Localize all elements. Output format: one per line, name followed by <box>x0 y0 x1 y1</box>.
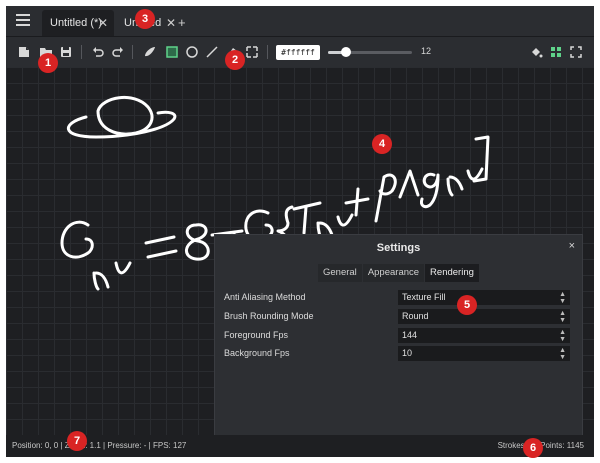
setting-label: Foreground Fps <box>224 330 289 340</box>
select-value: Texture Fill <box>402 292 446 302</box>
status-position: Position: 0, 0 <box>12 441 59 450</box>
new-file-icon[interactable] <box>16 44 32 60</box>
annotation-badge: 1 <box>38 53 58 73</box>
spinner-value: 144 <box>402 330 418 340</box>
spinner-arrows-icon[interactable]: ▲ ▼ <box>559 329 566 343</box>
toolbar-separator <box>132 45 133 59</box>
select-value: Round <box>402 311 429 321</box>
redo-icon[interactable] <box>110 44 126 60</box>
stroke-T <box>292 201 322 235</box>
status-fps: FPS: 127 <box>152 441 187 450</box>
fullscreen-icon[interactable] <box>568 44 584 60</box>
annotation-badge: 7 <box>67 431 87 451</box>
foreground-fps-spinner[interactable]: 144 ▲ ▼ <box>398 328 570 343</box>
close-icon[interactable]: ✕ <box>166 10 176 36</box>
stroke-nu2 <box>336 213 354 227</box>
stroke-nu <box>114 261 132 275</box>
setting-label: Brush Rounding Mode <box>224 311 314 321</box>
annotation-badge: 5 <box>457 295 477 315</box>
toolbar-separator <box>81 45 82 59</box>
setting-label: Background Fps <box>224 348 290 358</box>
brush-rounding-select[interactable]: Round ▲ ▼ <box>398 309 570 324</box>
close-icon[interactable]: ✕ <box>98 10 108 36</box>
close-icon[interactable]: × <box>569 240 575 252</box>
stroke-rho <box>374 173 397 223</box>
background-fps-spinner[interactable]: 10 ▲ ▼ <box>398 346 570 361</box>
stroke-mu <box>92 271 110 291</box>
updown-arrow-icon: ▲ ▼ <box>559 291 566 305</box>
tab-appearance[interactable]: Appearance <box>362 264 425 282</box>
circle-tool-icon[interactable] <box>184 44 200 60</box>
stroke-plus <box>344 187 370 217</box>
stroke-equals <box>144 235 178 259</box>
status-bar: Position: 0, 0 | Zoom: 1.1 | Pressure: -… <box>6 435 594 457</box>
spinner-value: 10 <box>402 348 413 358</box>
toolbar-separator <box>267 45 268 59</box>
stroke-bracket <box>472 135 490 183</box>
rectangle-tool-icon[interactable] <box>164 44 180 60</box>
setting-row-brush-rounding: Brush Rounding Mode Round ▲ ▼ <box>224 309 574 325</box>
updown-arrow-icon: ▲ ▼ <box>559 310 566 324</box>
status-points: Points: 1145 <box>540 441 584 450</box>
stroke-nu3 <box>466 167 484 181</box>
status-pressure: Pressure: - <box>107 441 147 450</box>
annotation-badge: 4 <box>372 134 392 154</box>
annotation-badge: 3 <box>135 9 155 29</box>
app-window: Untitled (*) ✕ Untitled ✕ + #ffffff 12 <box>6 6 594 457</box>
stroke-lambda <box>398 169 420 199</box>
tab-bar: Untitled (*) ✕ Untitled ✕ + <box>6 6 594 36</box>
brush-size-slider[interactable] <box>328 45 412 59</box>
anti-aliasing-select[interactable]: Texture Fill ▲ ▼ <box>398 290 570 305</box>
stroke-mu3 <box>446 175 464 197</box>
annotation-badge: 6 <box>523 438 543 458</box>
spinner-arrows-icon[interactable]: ▲ ▼ <box>559 347 566 361</box>
hamburger-menu-icon[interactable] <box>16 14 30 26</box>
tab-general[interactable]: General <box>318 264 362 282</box>
brush-size-value: 12 <box>421 46 432 56</box>
annotation-badge: 2 <box>225 50 245 70</box>
stroke-G <box>60 220 94 259</box>
brush-icon[interactable] <box>142 44 158 60</box>
setting-label: Anti Aliasing Method <box>224 292 306 302</box>
stroke-planet-body <box>96 95 154 136</box>
grid-icon[interactable] <box>548 44 564 60</box>
tab-rendering[interactable]: Rendering <box>425 264 479 282</box>
line-tool-icon[interactable] <box>204 44 220 60</box>
stroke-eight <box>185 223 210 261</box>
settings-tabs: General Appearance Rendering <box>318 264 480 282</box>
status-left: Position: 0, 0 | Zoom: 1.1 | Pressure: -… <box>12 441 187 450</box>
save-icon[interactable] <box>58 44 74 60</box>
setting-row-foreground-fps: Foreground Fps 144 ▲ ▼ <box>224 328 574 344</box>
setting-row-background-fps: Background Fps 10 ▲ ▼ <box>224 346 574 362</box>
settings-dialog: Settings × General Appearance Rendering … <box>214 234 583 436</box>
slider-handle[interactable] <box>341 47 352 57</box>
color-picker-input[interactable]: #ffffff <box>276 45 320 60</box>
undo-icon[interactable] <box>90 44 106 60</box>
stroke-g <box>420 172 440 209</box>
dialog-title: Settings <box>376 242 421 254</box>
setting-row-anti-aliasing: Anti Aliasing Method Texture Fill ▲ ▼ <box>224 290 574 306</box>
tab-label: Untitled (*) <box>50 17 102 29</box>
fill-bucket-icon[interactable] <box>528 44 544 60</box>
toolbar: #ffffff 12 <box>6 36 594 67</box>
add-tab-button[interactable]: + <box>178 10 186 36</box>
tab-untitled-modified[interactable]: Untitled (*) ✕ <box>42 10 114 36</box>
selection-tool-icon[interactable] <box>244 44 260 60</box>
